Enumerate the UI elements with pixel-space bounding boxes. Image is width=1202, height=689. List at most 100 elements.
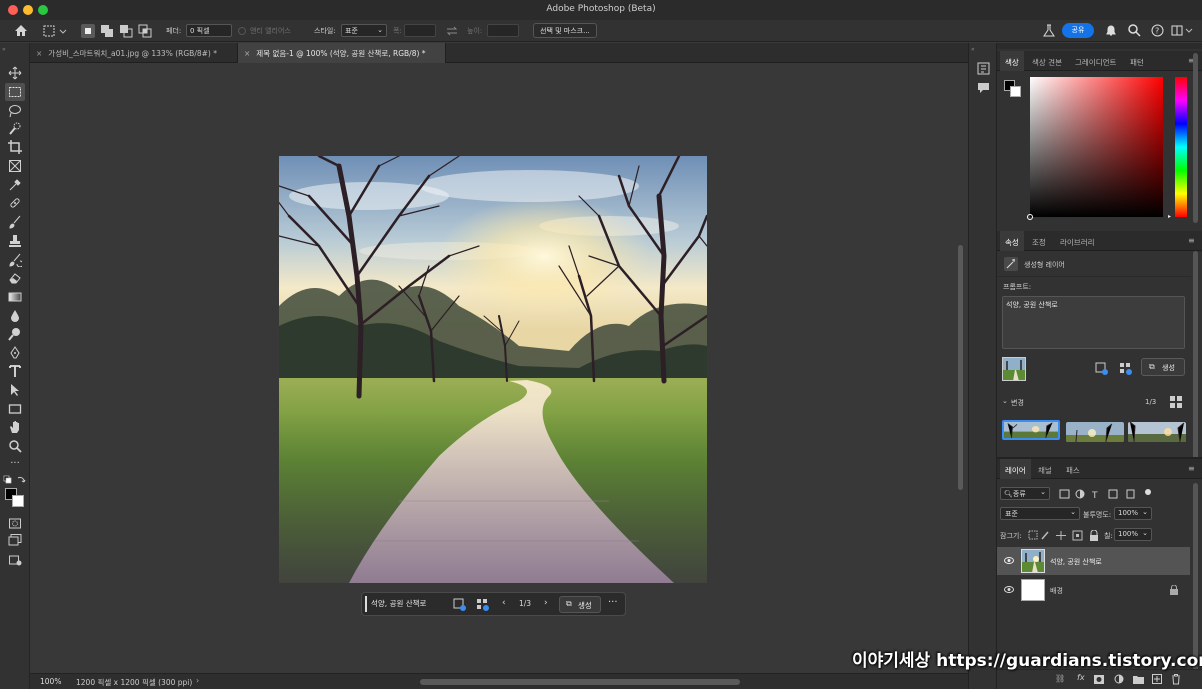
tab-gradients[interactable]: 그레이디언트 [1070,51,1121,71]
status-menu-icon[interactable]: › [196,676,199,685]
height-field[interactable] [487,24,519,37]
drag-handle[interactable] [365,596,367,612]
width-field[interactable] [404,24,436,37]
gradient-icon[interactable] [8,290,22,304]
brush-icon[interactable] [8,215,22,229]
previous-variation-icon[interactable]: ‹ [502,598,506,608]
collapse-icon[interactable]: » [2,46,6,53]
generative-options-icon[interactable] [1119,362,1132,375]
frame-icon[interactable] [8,159,22,173]
canvas-vertical-scrollbar[interactable] [958,245,963,490]
hand-icon[interactable] [8,420,22,434]
layer-filter-icons[interactable]: T [1059,488,1155,500]
lasso-icon[interactable] [8,104,22,118]
tab-adjustments[interactable]: 조정 [1027,231,1051,251]
stamp-icon[interactable] [8,234,22,248]
workspace-icon[interactable] [1171,24,1193,37]
tab-properties[interactable]: 속성 [1000,231,1024,251]
more-tools-icon[interactable]: ··· [8,457,22,471]
style-select[interactable]: 표준 ⌄ [341,24,387,37]
default-colors-icon[interactable] [3,475,27,487]
tab-document-2[interactable]: × 제목 없음-1 @ 100% (석양, 공원 산책로, RGB/8) * [238,43,446,63]
chevron-down-icon[interactable]: ⌄ [1002,397,1008,405]
generated-image-park-path[interactable] [279,156,707,583]
grid-view-icon[interactable] [1170,396,1182,408]
comments-panel-icon[interactable] [977,81,990,94]
generative-options-icon[interactable] [476,598,489,611]
tab-libraries[interactable]: 라이브러리 [1055,231,1100,251]
home-icon[interactable] [14,24,28,37]
opacity-field[interactable]: 100% ⌄ [1114,507,1152,520]
dodge-icon[interactable] [8,327,22,341]
hue-slider-handle[interactable]: ▸ [1168,213,1171,220]
share-button[interactable]: 공유 [1062,23,1094,38]
zoom-icon[interactable] [8,439,22,453]
panel-menu-icon[interactable]: ≡ [1188,236,1195,245]
quick-select-icon[interactable] [8,122,22,136]
hue-slider[interactable] [1175,77,1187,217]
help-icon[interactable]: ? [1151,24,1164,37]
background-color-swatch[interactable] [12,495,24,507]
zoom-level[interactable]: 100% [40,677,61,686]
eye-icon[interactable] [1004,557,1014,564]
lock-options-icons[interactable] [1028,530,1100,541]
group-layers-icon[interactable] [1133,675,1144,684]
edit-toolbar-icon[interactable] [8,553,22,567]
move-icon[interactable] [8,66,22,80]
history-panel-icon[interactable] [977,62,990,75]
more-options-icon[interactable]: ··· [608,597,618,608]
intersect-selection-icon[interactable] [138,24,152,38]
screen-mode-icon[interactable] [8,533,22,547]
layer-name[interactable]: 석양, 공원 산책로 [1050,557,1102,567]
next-variation-icon[interactable]: › [544,598,548,608]
blend-mode-select[interactable]: 표준 ⌄ [1000,507,1080,520]
eraser-icon[interactable] [8,271,22,285]
subtract-selection-icon[interactable] [119,24,133,38]
add-mask-icon[interactable] [1094,675,1104,684]
feather-field[interactable]: 0 픽셀 [186,24,232,37]
blur-icon[interactable] [8,309,22,323]
prompt-textarea[interactable]: 석양, 공원 산책로 [1002,296,1185,349]
close-icon[interactable]: × [244,49,250,58]
type-icon[interactable] [8,364,22,378]
context-prompt[interactable]: 석양, 공원 산책로 [371,598,426,609]
tab-layers[interactable]: 레이어 [1000,459,1031,479]
rectangle-icon[interactable] [8,402,22,416]
panel-menu-icon[interactable]: ≡ [1188,464,1195,473]
history-brush-icon[interactable] [8,253,22,267]
link-layers-icon[interactable]: ⛓︎ [1055,674,1065,683]
thumbs-feedback-icon[interactable] [453,598,466,611]
tab-patterns[interactable]: 패턴 [1125,51,1149,71]
layer-filter-select[interactable]: 🔍︎종류 ⌄ [1000,487,1050,500]
search-icon[interactable] [1128,24,1141,37]
thumbs-feedback-icon[interactable] [1095,362,1108,375]
delete-layer-icon[interactable] [1171,674,1181,685]
close-icon[interactable]: × [36,49,42,58]
properties-scrollbar[interactable] [1193,251,1198,461]
fill-field[interactable]: 100% ⌄ [1114,528,1152,541]
swap-icon[interactable] [446,26,458,36]
variation-thumbnail-2[interactable] [1066,422,1124,442]
variation-thumbnail-3[interactable] [1128,422,1186,442]
color-background-swatch[interactable] [1010,86,1021,97]
color-field[interactable] [1027,77,1163,220]
antialias-checkbox[interactable] [238,27,246,35]
eyedropper-icon[interactable] [8,178,22,192]
tab-document-1[interactable]: × 가성비_스마트워치_a01.jpg @ 133% (RGB/8#) * [30,43,238,63]
color-picker-handle[interactable] [1027,214,1033,220]
quick-mask-icon[interactable] [8,516,22,530]
properties-generate-button[interactable]: ⧉ 생성 [1141,358,1185,376]
marquee-preset-icon[interactable] [43,24,67,38]
tab-color[interactable]: 색상 [1000,51,1024,71]
layer-row-generative[interactable]: 석양, 공원 산책로 [997,547,1190,575]
adjustment-layer-icon[interactable] [1114,674,1124,684]
layer-name[interactable]: 배경 [1050,586,1063,596]
fx-icon[interactable]: fx [1077,673,1085,682]
context-generate-button[interactable]: ⧉ 생성 [559,596,601,613]
new-layer-icon[interactable] [1152,674,1162,684]
expand-icon[interactable]: « [971,46,975,53]
canvas-horizontal-scrollbar[interactable] [420,679,740,685]
reference-image-thumbnail[interactable] [1002,357,1026,381]
eye-icon[interactable] [1004,586,1014,593]
tab-swatches[interactable]: 색상 견본 [1027,51,1067,71]
